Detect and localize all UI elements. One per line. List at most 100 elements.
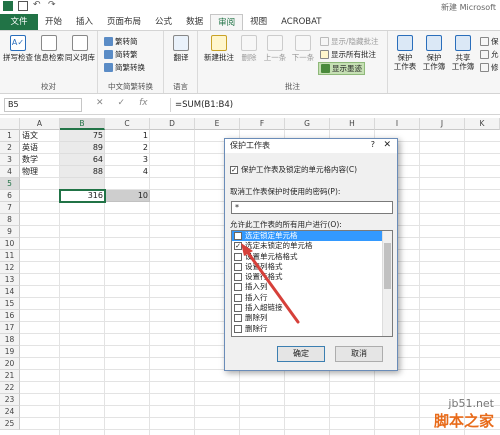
column-header-a[interactable]: A [20, 118, 60, 130]
next-comment-button[interactable]: 下一条 [290, 35, 316, 62]
permission-checkbox[interactable] [234, 252, 242, 261]
close-icon[interactable]: ✕ [383, 140, 391, 150]
row-header[interactable]: 19 [0, 346, 20, 358]
row-header[interactable]: 10 [0, 238, 20, 250]
previous-comment-button[interactable]: 上一条 [262, 35, 288, 62]
allow-edit-button[interactable]: 允 [480, 49, 499, 60]
permission-item[interactable]: 设置列格式 [232, 262, 392, 272]
column-header-j[interactable]: J [420, 118, 465, 130]
tab-insert[interactable]: 插入 [69, 14, 100, 30]
row-header[interactable]: 9 [0, 226, 20, 238]
permissions-list[interactable]: ✓ 选定锁定单元格 ✓ 选定未锁定的单元格 设置单元格格式 设置列格式 设置行格式 插入列 插入… [231, 230, 393, 337]
column-header-b[interactable]: B [60, 118, 105, 130]
permission-item[interactable]: ✓ 选定未锁定的单元格 [232, 241, 392, 251]
chinese-conversion-button[interactable]: 简繁转换 [104, 62, 145, 73]
new-comment-button[interactable]: 新建批注 [201, 35, 237, 62]
name-box[interactable]: B5 [4, 98, 82, 112]
column-header-k[interactable]: K [465, 118, 500, 130]
track-changes-button[interactable]: 修 [480, 62, 499, 73]
cell-a3[interactable]: 数学 [20, 154, 60, 166]
show-ink-button[interactable]: 显示墨迹 [318, 62, 365, 75]
row-header[interactable]: 24 [0, 406, 20, 418]
row-header[interactable]: 14 [0, 286, 20, 298]
row-header[interactable]: 16 [0, 310, 20, 322]
permission-checkbox[interactable]: ✓ [234, 242, 242, 251]
translate-button[interactable]: 翻译 [166, 35, 196, 62]
permission-checkbox[interactable] [234, 273, 242, 282]
row-header[interactable]: 11 [0, 250, 20, 262]
permission-item[interactable]: 设置行格式 [232, 272, 392, 282]
cell-c5[interactable]: 10 [105, 190, 150, 202]
row-header[interactable]: 13 [0, 274, 20, 286]
redo-icon[interactable]: ↷ [48, 1, 58, 11]
cancel-icon[interactable]: ✕ [96, 98, 104, 108]
row-header[interactable]: 12 [0, 262, 20, 274]
scrollbar-thumb[interactable] [384, 243, 391, 289]
show-hide-comment-button[interactable]: 显示/隐藏批注 [320, 36, 379, 47]
permission-checkbox[interactable] [234, 304, 242, 313]
tab-home[interactable]: 开始 [38, 14, 69, 30]
undo-icon[interactable]: ↶ [33, 1, 43, 11]
permission-checkbox[interactable] [234, 262, 242, 271]
permission-checkbox[interactable] [234, 314, 242, 323]
row-header[interactable]: 17 [0, 322, 20, 334]
column-header-i[interactable]: I [375, 118, 420, 130]
cell-b1[interactable]: 75 [60, 130, 105, 142]
protect-contents-checkbox[interactable]: ✓ [230, 166, 238, 174]
permission-item[interactable]: 删除列 [232, 313, 392, 323]
permission-checkbox[interactable] [234, 324, 242, 333]
permission-item[interactable]: 删除行 [232, 324, 392, 334]
protect-share-button[interactable]: 保 [480, 36, 499, 47]
cell-c4[interactable]: 4 [105, 166, 150, 178]
cell-c3[interactable]: 3 [105, 154, 150, 166]
list-scrollbar[interactable] [382, 231, 392, 336]
row-header[interactable]: 6 [0, 190, 20, 202]
save-icon[interactable] [18, 1, 28, 11]
enter-icon[interactable]: ✓ [118, 98, 126, 108]
tab-data[interactable]: 数据 [179, 14, 210, 30]
permission-item[interactable]: 插入超链接 [232, 303, 392, 313]
row-header[interactable]: 18 [0, 334, 20, 346]
tab-view[interactable]: 视图 [243, 14, 274, 30]
permission-item[interactable]: 设置单元格格式 [232, 252, 392, 262]
password-input[interactable]: * [231, 201, 393, 214]
row-header[interactable]: 25 [0, 418, 20, 430]
column-header-c[interactable]: C [105, 118, 150, 130]
tab-acrobat[interactable]: ACROBAT [274, 14, 328, 30]
cell-a4[interactable]: 物理 [20, 166, 60, 178]
permission-item[interactable]: 插入行 [232, 293, 392, 303]
delete-comment-button[interactable]: 删除 [238, 35, 260, 62]
column-header-g[interactable]: G [285, 118, 330, 130]
row-header[interactable]: 23 [0, 394, 20, 406]
row-header[interactable]: 15 [0, 298, 20, 310]
cell-c1[interactable]: 1 [105, 130, 150, 142]
row-header[interactable]: 21 [0, 370, 20, 382]
permission-item[interactable]: 插入列 [232, 282, 392, 292]
trad-to-simp-button[interactable]: 繁转简 [104, 36, 138, 47]
tab-formulas[interactable]: 公式 [148, 14, 179, 30]
protect-contents-option[interactable]: ✓ 保护工作表及锁定的单元格内容(C) [230, 164, 357, 175]
show-all-comments-button[interactable]: 显示所有批注 [320, 49, 376, 60]
row-header[interactable]: 2 [0, 142, 20, 154]
column-header-f[interactable]: F [240, 118, 285, 130]
row-header[interactable]: 5 [0, 178, 20, 190]
column-header-d[interactable]: D [150, 118, 195, 130]
cell-c2[interactable]: 2 [105, 142, 150, 154]
thesaurus-button[interactable]: 同义词库 [65, 35, 95, 62]
row-header[interactable]: 7 [0, 202, 20, 214]
column-header-h[interactable]: H [330, 118, 375, 130]
insert-function-icon[interactable]: fx [139, 98, 148, 108]
tab-file[interactable]: 文件 [0, 14, 38, 30]
row-header[interactable]: 8 [0, 214, 20, 226]
column-header-e[interactable]: E [195, 118, 240, 130]
cell-b4[interactable]: 88 [60, 166, 105, 178]
protect-workbook-button[interactable]: 保护 工作簿 [421, 35, 447, 71]
cell-b3[interactable]: 64 [60, 154, 105, 166]
row-header[interactable]: 22 [0, 382, 20, 394]
share-workbook-button[interactable]: 共享 工作簿 [450, 35, 476, 71]
help-icon[interactable]: ? [371, 140, 375, 149]
formula-input[interactable]: =SUM(B1:B4) [170, 98, 500, 112]
permission-item[interactable]: ✓ 选定锁定单元格 [232, 231, 392, 242]
row-header[interactable]: 1 [0, 130, 20, 142]
spelling-button[interactable]: A✓ 拼写检查 [3, 35, 33, 62]
